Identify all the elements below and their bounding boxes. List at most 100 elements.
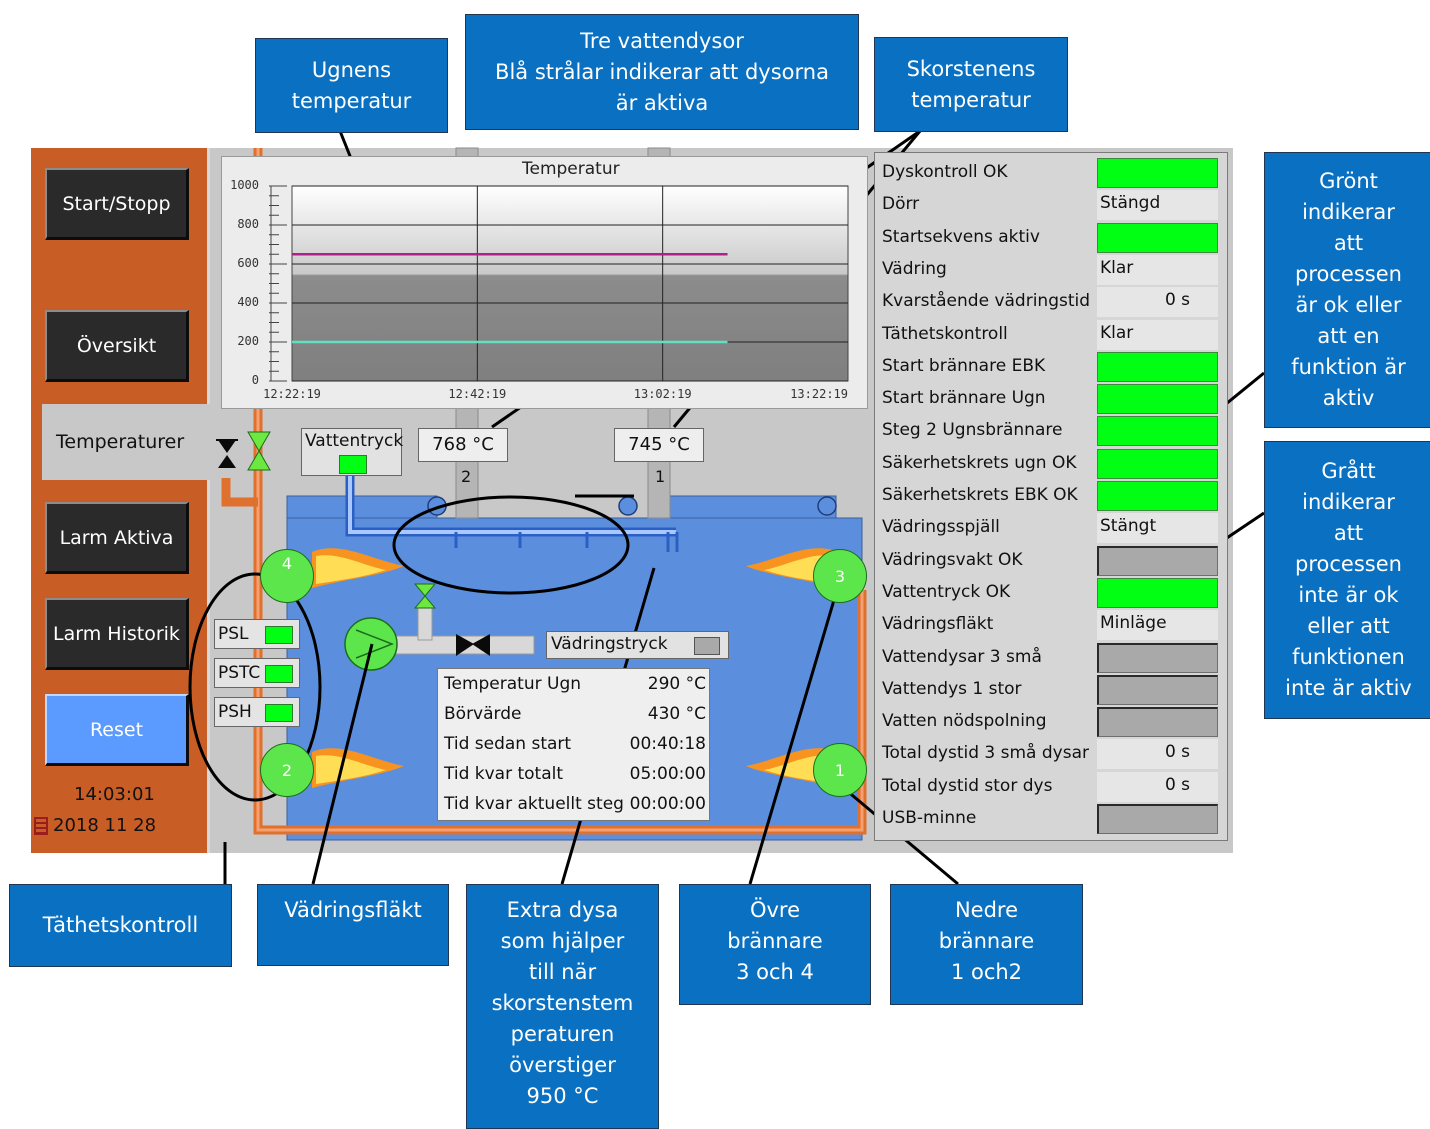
valve-green-left-icon bbox=[247, 431, 271, 471]
trend-chart bbox=[269, 185, 849, 382]
status-value: Klar bbox=[1097, 319, 1218, 350]
status-indicator-gray bbox=[1097, 707, 1218, 738]
chart-y-tick-label: 600 bbox=[237, 256, 259, 270]
status-value: Minläge bbox=[1097, 610, 1218, 641]
psl-indicator bbox=[265, 626, 293, 644]
status-label: Vädringsfläkt bbox=[882, 614, 994, 635]
chart-y-tick-label: 0 bbox=[251, 373, 259, 387]
status-label: Vattentryck OK bbox=[882, 581, 1011, 602]
fan-pipe-riser bbox=[417, 604, 433, 641]
status-indicator-green bbox=[1097, 158, 1218, 188]
stack2-number: 2 bbox=[461, 467, 472, 486]
status-label: Vädringsspjäll bbox=[882, 517, 1000, 538]
status-indicator-green bbox=[1097, 577, 1218, 608]
status-label: Vädringsvakt OK bbox=[882, 549, 1023, 570]
status-indicator-green bbox=[1097, 481, 1218, 511]
status-indicator-green bbox=[1097, 448, 1218, 479]
vattentryck-indicator bbox=[339, 455, 367, 474]
info-row: Tid kvar totalt 05:00:00 bbox=[444, 764, 706, 784]
stack2-temp-box: 768 °C bbox=[418, 428, 508, 462]
info-label: Börvärde bbox=[444, 704, 522, 724]
psh-indicator bbox=[265, 704, 293, 722]
status-value: Stängd bbox=[1097, 190, 1218, 221]
lid-roller-right bbox=[817, 496, 837, 516]
status-label: Total dystid 3 små dysar bbox=[882, 743, 1089, 764]
status-indicator-green bbox=[1097, 351, 1218, 382]
furnace-lid-right bbox=[655, 495, 837, 519]
burner-3: 3 bbox=[813, 549, 867, 603]
status-indicator-green bbox=[1097, 384, 1218, 415]
oil-pipe-branch bbox=[221, 478, 258, 507]
status-label: Startsekvens aktiv bbox=[882, 226, 1040, 247]
vadringstryck-label: Vädringstryck bbox=[551, 634, 668, 654]
chart-x-tick-label: 12:42:19 bbox=[448, 387, 507, 401]
status-indicator-gray bbox=[1097, 642, 1218, 673]
callout-nedre-brannare: Nedre brännare 1 och2 bbox=[890, 884, 1083, 1005]
pstc-box: PSTC bbox=[214, 658, 300, 688]
info-label: Tid sedan start bbox=[444, 734, 572, 754]
chart-x-tick-label: 12:22:19 bbox=[263, 387, 321, 401]
status-label: Vattendys 1 stor bbox=[882, 678, 1022, 699]
status-label: Steg 2 Ugnsbrännare bbox=[882, 420, 1063, 441]
callout-skorstenens-temperatur: Skorstenens temperatur bbox=[874, 37, 1068, 132]
psl-label: PSL bbox=[218, 624, 249, 644]
chart-y-tick-label: 200 bbox=[237, 334, 259, 348]
chart-y-tick-label: 400 bbox=[237, 295, 259, 309]
status-label: Vatten nödspolning bbox=[882, 711, 1047, 732]
status-indicator-green bbox=[1097, 222, 1218, 253]
vattentryck-label: Vattentryck bbox=[305, 431, 404, 451]
valve-black-icon bbox=[218, 440, 236, 468]
info-label: Tid kvar aktuellt steg bbox=[444, 794, 624, 814]
info-row: Börvärde 430 °C bbox=[444, 704, 706, 724]
vadringstryck-indicator bbox=[694, 637, 720, 655]
status-value: Stängt bbox=[1097, 513, 1218, 544]
status-label: Start brännare Ugn bbox=[882, 388, 1046, 409]
callout-gront: Grönt indikerar att processen är ok elle… bbox=[1264, 152, 1430, 428]
chart-y-tick-label: 1000 bbox=[230, 178, 259, 192]
status-label: Vädring bbox=[882, 258, 947, 279]
info-row: Tid sedan start 00:40:18 bbox=[444, 734, 706, 754]
info-row: Tid kvar aktuellt steg 00:00:00 bbox=[444, 794, 706, 814]
info-value: 00:40:18 bbox=[629, 734, 706, 754]
info-value: 05:00:00 bbox=[629, 764, 706, 784]
status-value: 0 s bbox=[1097, 771, 1218, 802]
status-indicator-gray bbox=[1097, 545, 1218, 576]
psl-box: PSL bbox=[214, 619, 300, 649]
status-label: Kvarstående vädringstid bbox=[882, 291, 1091, 312]
pstc-label: PSTC bbox=[218, 663, 261, 683]
callout-vattendysor: Tre vattendysor Blå strålar indikerar at… bbox=[465, 14, 859, 130]
chart-y-tick-label: 800 bbox=[237, 217, 259, 231]
lid-roller-mid bbox=[618, 496, 638, 516]
status-label: Start brännare EBK bbox=[882, 355, 1046, 376]
chart-plot-area bbox=[291, 185, 849, 382]
callout-tathetskontroll: Täthetskontroll bbox=[9, 884, 232, 967]
status-indicator-green bbox=[1097, 416, 1218, 447]
info-value: 430 °C bbox=[647, 704, 706, 724]
info-row: Temperatur Ugn 290 °C bbox=[444, 674, 706, 694]
callout-vadringsflakt: Vädringsfläkt bbox=[257, 884, 449, 966]
info-label: Temperatur Ugn bbox=[444, 674, 582, 694]
callout-gratt: Grått indikerar att processen inte är ok… bbox=[1264, 441, 1430, 719]
chart-x-tick-label: 13:22:19 bbox=[790, 387, 848, 401]
status-value: Klar bbox=[1097, 254, 1218, 285]
chart-x-tick-label: 13:02:19 bbox=[633, 387, 692, 401]
status-value: 0 s bbox=[1097, 739, 1218, 770]
status-label: Total dystid stor dys bbox=[882, 775, 1053, 796]
stack1-temp-box: 745 °C bbox=[614, 428, 704, 462]
stack1-number: 1 bbox=[655, 467, 666, 486]
status-label: USB-minne bbox=[882, 808, 977, 828]
burner-4: 4 bbox=[260, 549, 314, 603]
status-label: Vattendysar 3 små bbox=[882, 646, 1042, 667]
status-label: Dyskontroll OK bbox=[882, 162, 1008, 182]
psh-label: PSH bbox=[218, 702, 252, 722]
status-label: Dörr bbox=[882, 194, 920, 215]
status-label: Säkerhetskrets EBK OK bbox=[882, 485, 1078, 505]
callout-ovre-brannare: Övre brännare 3 och 4 bbox=[679, 884, 871, 1005]
info-value: 00:00:00 bbox=[629, 794, 706, 814]
status-indicator-gray bbox=[1097, 674, 1218, 705]
pstc-indicator bbox=[265, 665, 293, 683]
psh-box: PSH bbox=[214, 697, 300, 727]
info-label: Tid kvar totalt bbox=[444, 764, 564, 784]
callout-ugnens-temperatur: Ugnens temperatur bbox=[255, 38, 448, 133]
callout-extra-dysa: Extra dysa som hjälper till när skorsten… bbox=[466, 884, 659, 1129]
